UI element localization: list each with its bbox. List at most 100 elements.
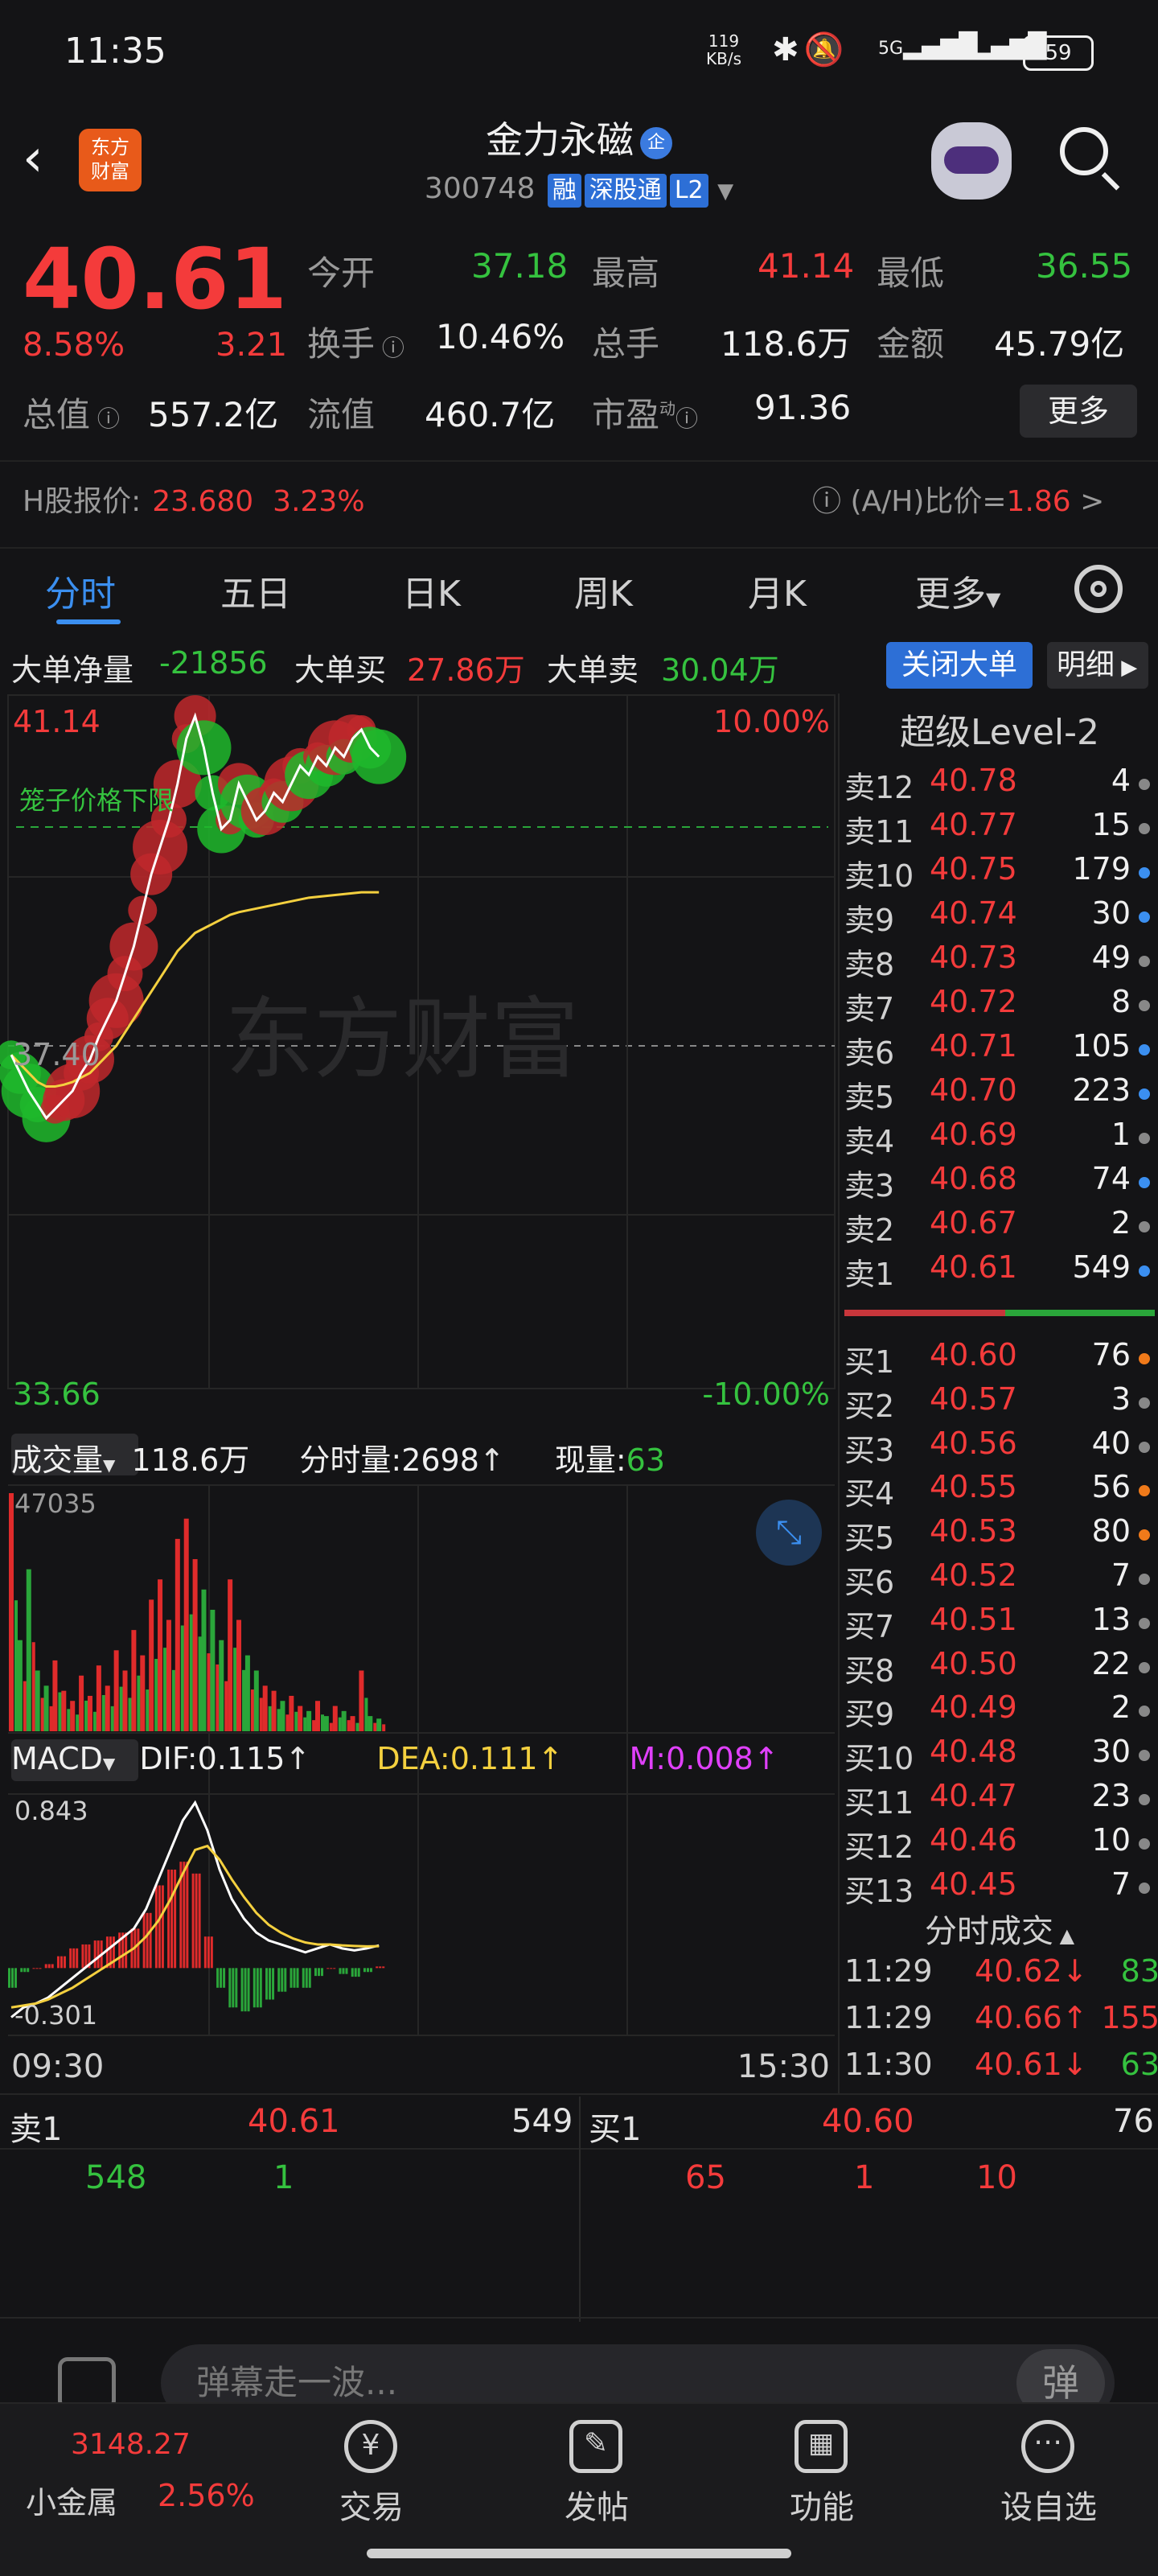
trades-title[interactable]: 分时成交 ▲ xyxy=(840,1905,1158,1952)
divider xyxy=(0,460,1158,462)
pe-label[interactable]: 市盈动ⓘ xyxy=(592,388,698,437)
tab-more[interactable]: 更多▼ xyxy=(915,565,1000,616)
sector-name[interactable]: 小金属 xyxy=(26,2478,117,2522)
ask-row[interactable]: 卖4 40.69 1 xyxy=(840,1117,1158,1162)
macd-bar xyxy=(51,1964,54,1969)
detail-button[interactable]: 明细 ▶ xyxy=(1047,642,1148,689)
strip-sell-label: 卖1 xyxy=(10,2111,63,2148)
sector-value: 3148.27 xyxy=(71,2428,191,2461)
close-big-order-button[interactable]: 关闭大单 xyxy=(886,642,1033,689)
tab-monthly-k[interactable]: 月K xyxy=(748,565,807,616)
macd-bar xyxy=(269,1968,272,2000)
tab-intraday[interactable]: 分时 xyxy=(45,565,116,616)
ask-row[interactable]: 卖7 40.72 8 xyxy=(840,984,1158,1029)
order-dot-icon xyxy=(1139,1574,1150,1585)
bid-row[interactable]: 买7 40.51 13 xyxy=(840,1602,1158,1647)
ask-row[interactable]: 卖12 40.78 4 xyxy=(840,763,1158,808)
order-dot-icon xyxy=(1139,1837,1150,1850)
level-volume: 30 xyxy=(1091,895,1131,931)
ah-ratio[interactable]: ⓘ (A/H)比价=1.86 > xyxy=(812,478,1104,520)
bid-row[interactable]: 买5 40.53 80 xyxy=(840,1513,1158,1558)
order-dot-icon xyxy=(1139,1529,1150,1541)
volume-bar xyxy=(105,1685,110,1731)
macd-bar xyxy=(47,1964,51,1969)
ask-row[interactable]: 卖5 40.70 223 xyxy=(840,1072,1158,1117)
macd-bar xyxy=(72,1948,76,1969)
bid-row[interactable]: 买11 40.47 23 xyxy=(840,1778,1158,1823)
macd-bar xyxy=(293,1968,296,1988)
level-name: 买12 xyxy=(844,1829,914,1865)
robot-assistant-icon[interactable] xyxy=(931,122,1012,200)
level-volume: 3 xyxy=(1111,1381,1131,1417)
ask-row[interactable]: 卖9 40.74 30 xyxy=(840,895,1158,940)
macd-bar xyxy=(302,1968,305,1988)
ask-row[interactable]: 卖2 40.67 2 xyxy=(840,1205,1158,1250)
ask-row[interactable]: 卖8 40.73 49 xyxy=(840,940,1158,985)
volume-bar xyxy=(192,1559,198,1731)
expand-icon[interactable]: ⤡ xyxy=(756,1500,822,1566)
order-dot-icon xyxy=(1139,1265,1150,1277)
macd-bar xyxy=(146,1912,149,1969)
level-price: 40.60 xyxy=(930,1337,1017,1372)
bid-row[interactable]: 买9 40.49 2 xyxy=(840,1689,1158,1734)
volume-label: 成交量 xyxy=(11,1442,104,1478)
bluetooth-icon: ✱ xyxy=(772,31,804,68)
level-price: 40.56 xyxy=(930,1425,1017,1461)
level-volume: 8 xyxy=(1111,984,1131,1019)
settings-gear-icon[interactable] xyxy=(1074,565,1123,613)
tab-five-day[interactable]: 五日 xyxy=(220,565,291,616)
volume-bar xyxy=(259,1697,263,1731)
bid-row[interactable]: 买12 40.46 10 xyxy=(840,1822,1158,1867)
intraday-charts[interactable]: 东方财富 41.14 37.40 33.66 10.00% -10.00% 笼子… xyxy=(0,692,836,2092)
function-grid-icon[interactable]: ▦ xyxy=(795,2420,848,2473)
macd-bar xyxy=(326,1968,330,1969)
level-volume: 80 xyxy=(1091,1513,1131,1549)
volume-bar xyxy=(166,1619,171,1731)
macd-bar xyxy=(76,1948,79,1969)
ask-row[interactable]: 卖11 40.77 15 xyxy=(840,807,1158,852)
nav-trade[interactable]: 交易 xyxy=(339,2481,404,2528)
low-label: 最低 xyxy=(877,253,945,293)
tab-weekly-k[interactable]: 周K xyxy=(574,565,633,616)
bid-row[interactable]: 买4 40.55 56 xyxy=(840,1469,1158,1514)
battery-icon: 59 xyxy=(1023,35,1094,71)
ask-row[interactable]: 卖1 40.61 549 xyxy=(840,1249,1158,1294)
more-button[interactable]: 更多 xyxy=(1020,385,1137,438)
home-indicator[interactable] xyxy=(367,2549,791,2558)
post-edit-icon[interactable]: ✎ xyxy=(569,2420,622,2473)
volume-bar xyxy=(332,1706,338,1731)
ask-row[interactable]: 卖3 40.68 74 xyxy=(840,1161,1158,1206)
more-dots-icon[interactable]: ⋯ xyxy=(1021,2420,1074,2473)
macd-bar xyxy=(366,1968,369,1973)
macd-bar xyxy=(284,1968,287,1992)
mcap-label[interactable]: 总值 ⓘ xyxy=(23,388,120,437)
volume-bar xyxy=(373,1722,377,1731)
nav-function[interactable]: 功能 xyxy=(790,2481,854,2528)
order-dot-icon xyxy=(1139,1000,1150,1011)
nav-add-watchlist[interactable]: 设自选 xyxy=(1000,2481,1097,2528)
level2-title[interactable]: 超级Level-2 xyxy=(840,703,1158,755)
volume-bar xyxy=(43,1685,49,1731)
trade-qty: 155 xyxy=(1101,2000,1158,2035)
bid-row[interactable]: 买10 40.48 30 xyxy=(840,1734,1158,1779)
macd-bar xyxy=(259,1968,262,2008)
net-speed: 119 KB/s xyxy=(706,32,741,68)
macd-bar xyxy=(60,1956,63,1969)
h-share-quote[interactable]: H股报价: 23.680 3.23% xyxy=(23,478,365,520)
bid-row[interactable]: 买8 40.50 22 xyxy=(840,1646,1158,1691)
ask-row[interactable]: 卖10 40.75 179 xyxy=(840,851,1158,896)
bid-row[interactable]: 买2 40.57 3 xyxy=(840,1381,1158,1426)
ask-row[interactable]: 卖6 40.71 105 xyxy=(840,1028,1158,1073)
trade-yen-icon[interactable]: ¥ xyxy=(344,2420,397,2473)
bid-row[interactable]: 买1 40.60 76 xyxy=(840,1337,1158,1382)
dropdown-triangle-icon[interactable]: ▼ xyxy=(717,179,733,204)
search-icon[interactable] xyxy=(1060,127,1108,175)
tab-daily-k[interactable]: 日K xyxy=(402,565,461,616)
nav-post[interactable]: 发帖 xyxy=(565,2481,629,2528)
macd-bar xyxy=(345,1968,348,1974)
volume-bar xyxy=(183,1518,189,1731)
bid-row[interactable]: 买3 40.56 40 xyxy=(840,1426,1158,1471)
turnover-label[interactable]: 换手 ⓘ xyxy=(307,317,404,366)
bid-row[interactable]: 买6 40.52 7 xyxy=(840,1558,1158,1603)
macd-bar xyxy=(235,1968,238,2008)
